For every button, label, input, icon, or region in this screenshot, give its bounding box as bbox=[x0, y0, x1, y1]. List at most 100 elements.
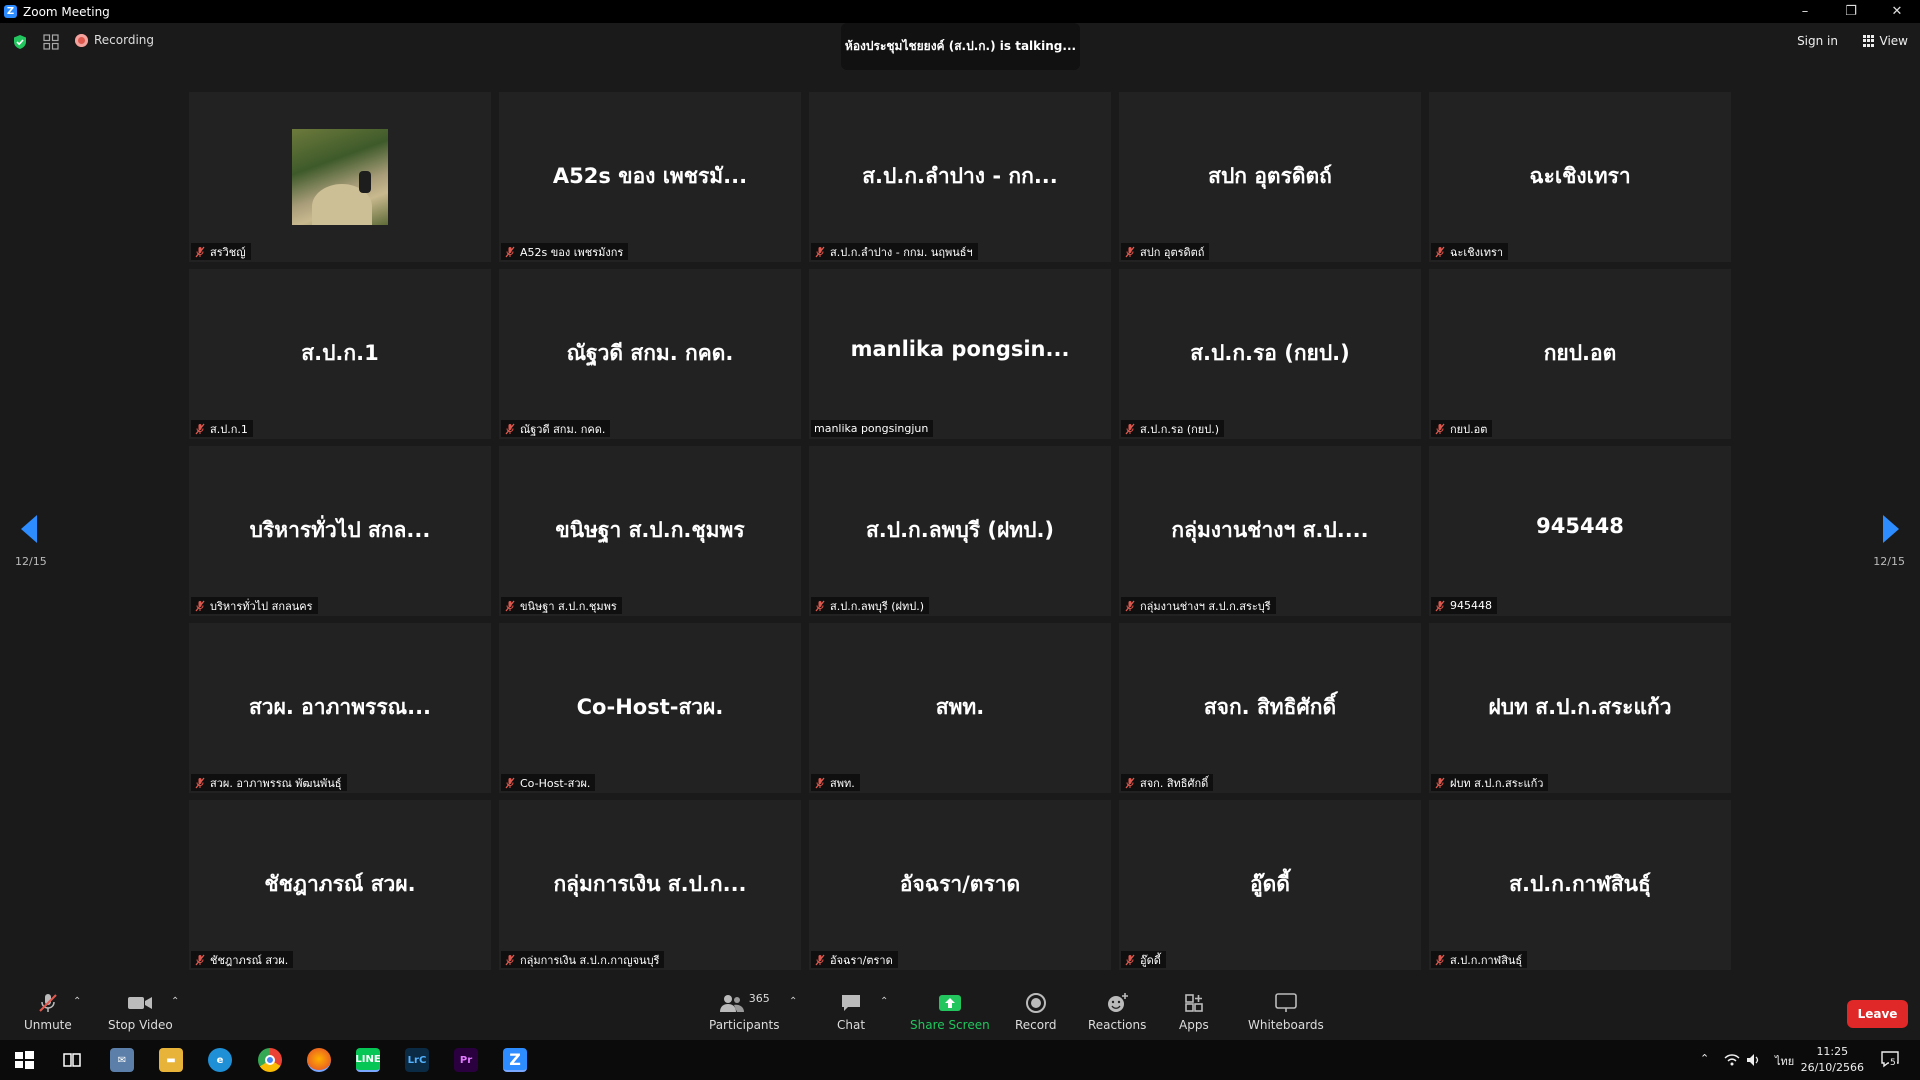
participants-options-caret-icon[interactable]: ⌃ bbox=[789, 996, 797, 1007]
windows-start-icon[interactable] bbox=[12, 1048, 36, 1072]
leave-button[interactable]: Leave bbox=[1847, 1000, 1908, 1028]
participant-tile[interactable]: ส.ป.ก.ลพบุรี (ฝทป.) ส.ป.ก.ลพบุรี (ฝทป.) bbox=[809, 446, 1111, 616]
participant-tile[interactable]: ฝบท ส.ป.ก.สระแก้ว ฝบท ส.ป.ก.สระแก้ว bbox=[1429, 623, 1731, 793]
participant-tile[interactable]: สพท. สพท. bbox=[809, 623, 1111, 793]
notification-center-button[interactable]: 5 bbox=[1880, 1049, 1900, 1072]
muted-mic-icon bbox=[1125, 777, 1135, 788]
notification-count: 5 bbox=[1889, 1058, 1897, 1068]
participant-tile[interactable]: ฉะเชิงเทรา ฉะเชิงเทรา bbox=[1429, 92, 1731, 262]
participant-tile[interactable]: กยป.อต กยป.อต bbox=[1429, 269, 1731, 439]
minimize-button[interactable]: – bbox=[1782, 0, 1828, 23]
view-button[interactable]: View bbox=[1862, 34, 1908, 48]
unmute-label: Unmute bbox=[24, 1018, 72, 1032]
participant-tile[interactable]: Co-Host-สวผ. Co-Host-สวผ. bbox=[499, 623, 801, 793]
line-app-icon[interactable]: LINE bbox=[355, 1048, 381, 1072]
participant-tile[interactable]: ส.ป.ก.กาฬสินธุ์ ส.ป.ก.กาฬสินธุ์ bbox=[1429, 800, 1731, 970]
muted-mic-icon bbox=[815, 954, 825, 965]
participant-name: อู๊ดดี้ bbox=[1140, 953, 1161, 967]
muted-mic-icon bbox=[1435, 423, 1445, 434]
participant-name: กยป.อต bbox=[1450, 422, 1488, 436]
security-shield-icon[interactable] bbox=[12, 34, 28, 50]
participant-name: ชัชฎาภรณ์ สวผ. bbox=[210, 953, 289, 967]
zoom-taskbar-icon[interactable]: Z bbox=[503, 1048, 527, 1072]
recording-indicator[interactable]: Recording bbox=[75, 33, 154, 47]
participant-name: ส.ป.ก.1 bbox=[210, 422, 248, 436]
participant-tile[interactable]: สวผ. อาภาพรรณ... สวผ. อาภาพรรณ พัฒนพันธุ์ bbox=[189, 623, 491, 793]
lightroom-classic-icon[interactable]: LrC bbox=[405, 1048, 429, 1072]
tray-expand-icon[interactable]: ⌃ bbox=[1700, 1052, 1709, 1065]
participant-tile[interactable]: A52s ของ เพชรมั... A52s ของ เพชรมังกร bbox=[499, 92, 801, 262]
participant-tile[interactable]: ส.ป.ก.1 ส.ป.ก.1 bbox=[189, 269, 491, 439]
whiteboards-button[interactable]: Whiteboards bbox=[1248, 992, 1324, 1032]
participant-name-label: manlika pongsingjun bbox=[811, 420, 934, 437]
firefox-browser-icon[interactable] bbox=[307, 1048, 331, 1072]
audio-options-caret-icon[interactable]: ⌃ bbox=[73, 996, 81, 1007]
participant-tile[interactable]: กลุ่มงานช่างฯ ส.ป.... กลุ่มงานช่างฯ ส.ป.ก… bbox=[1119, 446, 1421, 616]
participant-display-name: ส.ป.ก.กาฬสินธุ์ bbox=[1509, 872, 1651, 896]
chat-bubble-icon bbox=[842, 995, 861, 1011]
record-button[interactable]: Record bbox=[1015, 992, 1056, 1032]
chat-button[interactable]: Chat bbox=[837, 992, 865, 1032]
participant-display-name: manlika pongsin... bbox=[850, 337, 1070, 361]
previous-page-arrow-icon[interactable] bbox=[21, 515, 37, 543]
wifi-icon[interactable] bbox=[1724, 1053, 1740, 1067]
participant-name: สพท. bbox=[830, 776, 855, 790]
participant-name: ฉะเชิงเทรา bbox=[1450, 245, 1504, 259]
input-language[interactable]: ไทย bbox=[1775, 1052, 1794, 1070]
participant-tile[interactable]: อัจฉรา/ตราด อัจฉรา/ตราด bbox=[809, 800, 1111, 970]
edge-browser-icon[interactable]: e bbox=[208, 1048, 232, 1072]
participant-name-label: อู๊ดดี้ bbox=[1121, 951, 1166, 968]
unmute-button[interactable]: Unmute bbox=[24, 992, 72, 1032]
stop-video-button[interactable]: Stop Video bbox=[108, 992, 173, 1032]
participant-name: 945448 bbox=[1450, 599, 1492, 612]
participant-tile[interactable]: สปก อุตรดิตถ์ สปก อุตรดิตถ์ bbox=[1119, 92, 1421, 262]
participant-tile[interactable]: สจก. สิทธิศักดิ์ สจก. สิทธิศักดิ์ bbox=[1119, 623, 1421, 793]
participant-tile[interactable]: สรวิชญ์ bbox=[189, 92, 491, 262]
reactions-label: Reactions bbox=[1088, 1018, 1147, 1032]
apps-button[interactable]: Apps bbox=[1179, 992, 1209, 1032]
participant-display-name: สวผ. อาภาพรรณ... bbox=[248, 695, 432, 719]
mail-app-icon[interactable]: ✉ bbox=[110, 1048, 134, 1072]
system-clock[interactable]: 11:25 26/10/2566 bbox=[1801, 1044, 1864, 1076]
clock-time: 11:25 bbox=[1816, 1045, 1849, 1058]
apps-icon bbox=[1185, 994, 1203, 1012]
participant-display-name: ณัฐวดี สกม. กคด. bbox=[566, 341, 734, 365]
record-icon bbox=[1025, 993, 1046, 1013]
participant-display-name: อู๊ดดี้ bbox=[1250, 872, 1290, 896]
participant-tile[interactable]: ชัชฎาภรณ์ สวผ. ชัชฎาภรณ์ สวผ. bbox=[189, 800, 491, 970]
video-options-caret-icon[interactable]: ⌃ bbox=[171, 996, 179, 1007]
participant-name: Co-Host-สวผ. bbox=[520, 776, 591, 790]
participant-name: manlika pongsingjun bbox=[814, 422, 929, 435]
participant-display-name: 945448 bbox=[1536, 514, 1624, 538]
participant-tile[interactable]: ส.ป.ก.รอ (กยป.) ส.ป.ก.รอ (กยป.) bbox=[1119, 269, 1421, 439]
restore-button[interactable]: ❐ bbox=[1828, 0, 1874, 23]
participant-tile[interactable]: อู๊ดดี้ อู๊ดดี้ bbox=[1119, 800, 1421, 970]
sign-in-link[interactable]: Sign in bbox=[1797, 34, 1838, 48]
premiere-pro-icon[interactable]: Pr bbox=[454, 1048, 478, 1072]
chat-options-caret-icon[interactable]: ⌃ bbox=[880, 996, 888, 1007]
participant-tile[interactable]: ขนิษฐา ส.ป.ก.ชุมพร ขนิษฐา ส.ป.ก.ชุมพร bbox=[499, 446, 801, 616]
participant-tile[interactable]: ส.ป.ก.ลำปาง - กก... ส.ป.ก.ลำปาง - กกม. นฤ… bbox=[809, 92, 1111, 262]
close-button[interactable]: ✕ bbox=[1874, 0, 1920, 23]
participant-name-label: สจก. สิทธิศักดิ์ bbox=[1121, 774, 1214, 791]
chrome-browser-icon[interactable] bbox=[258, 1048, 282, 1072]
participant-name-label: อัจฉรา/ตราด bbox=[811, 951, 898, 968]
file-explorer-icon[interactable]: ▬ bbox=[159, 1048, 183, 1072]
participant-name-label: กลุ่มการเงิน ส.ป.ก.กาญจนบุรี bbox=[501, 951, 665, 968]
speaker-volume-icon[interactable] bbox=[1746, 1053, 1762, 1067]
participant-tile[interactable]: กลุ่มการเงิน ส.ป.ก... กลุ่มการเงิน ส.ป.ก.… bbox=[499, 800, 801, 970]
task-view-icon[interactable] bbox=[60, 1048, 84, 1072]
whiteboard-icon bbox=[1275, 993, 1297, 1012]
reactions-button[interactable]: Reactions bbox=[1088, 992, 1146, 1032]
participant-tile[interactable]: 945448 945448 bbox=[1429, 446, 1731, 616]
muted-mic-icon bbox=[195, 423, 205, 434]
meeting-info-grid-icon[interactable] bbox=[43, 34, 59, 50]
participant-name: สจก. สิทธิศักดิ์ bbox=[1140, 776, 1209, 790]
reactions-smiley-icon bbox=[1108, 993, 1129, 1012]
participant-tile[interactable]: ณัฐวดี สกม. กคด. ณัฐวดี สกม. กคด. bbox=[499, 269, 801, 439]
participant-tile[interactable]: บริหารทั่วไป สกล... บริหารทั่วไป สกลนคร bbox=[189, 446, 491, 616]
participants-button[interactable]: 365 Participants bbox=[709, 992, 780, 1032]
share-screen-button[interactable]: Share Screen bbox=[910, 992, 990, 1032]
participant-tile[interactable]: manlika pongsin... manlika pongsingjun bbox=[809, 269, 1111, 439]
next-page-arrow-icon[interactable] bbox=[1883, 515, 1899, 543]
